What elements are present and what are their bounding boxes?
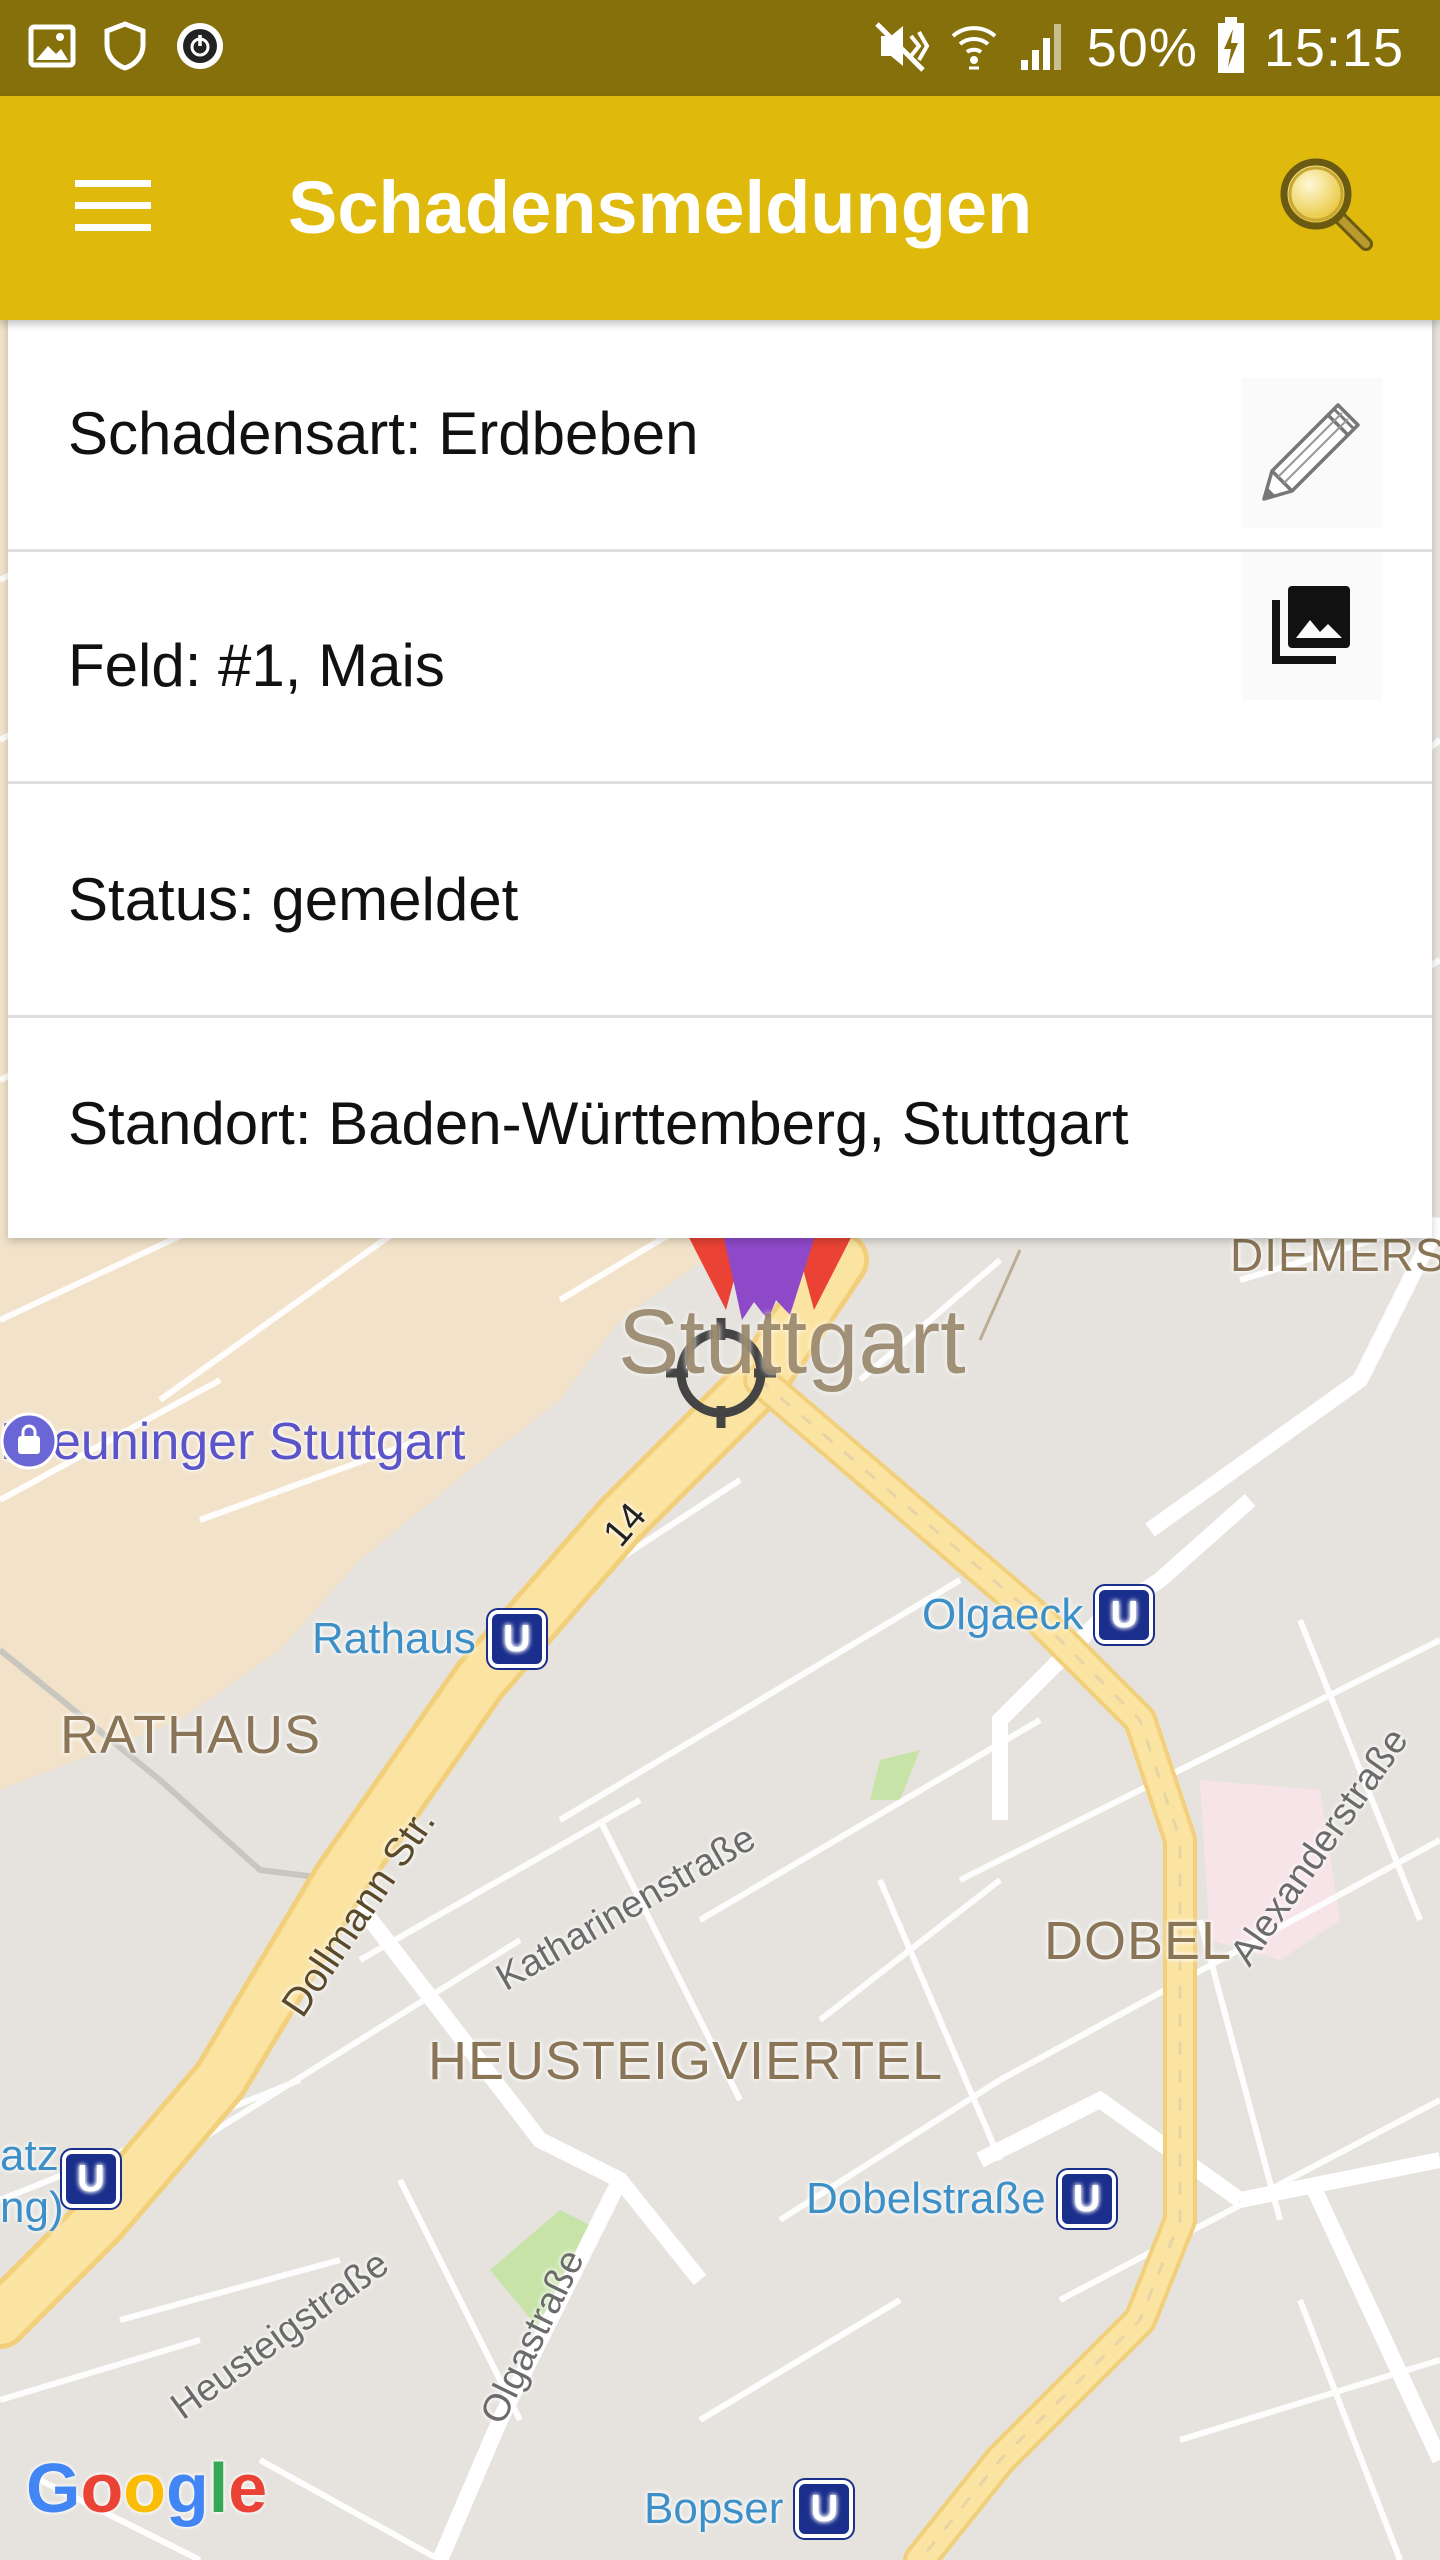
battery-percent: 50%: [1086, 18, 1198, 78]
google-logo-o1: o: [80, 2449, 124, 2527]
station-olgaeck[interactable]: Olgaeck U: [922, 1586, 1154, 1644]
shield-icon: [102, 20, 148, 76]
station-dobelstrasse[interactable]: Dobelstraße U: [806, 2170, 1116, 2228]
station-rathaus[interactable]: Rathaus U: [312, 1610, 546, 1668]
field-text: Feld: #1, Mais: [68, 632, 445, 699]
station-name-partial-a: atz: [0, 2131, 59, 2180]
station-name: Bopser: [644, 2484, 784, 2533]
city-label: Stuttgart: [618, 1291, 966, 1393]
google-logo: Google: [26, 2448, 267, 2528]
ubahn-icon: U: [795, 2480, 854, 2538]
status-text: Status: gemeldet: [68, 866, 519, 933]
station-partial[interactable]: atz ng): [0, 2130, 64, 2234]
google-logo-g: G: [26, 2449, 81, 2527]
district-label-dobel: DOBEL: [1044, 1911, 1233, 1971]
location-text: Standort: Baden-Württemberg, Stuttgart: [68, 1090, 1129, 1157]
pencil-icon: [1254, 393, 1370, 514]
station-name: Rathaus: [312, 1614, 476, 1663]
photo-library-icon: [1270, 582, 1354, 671]
google-logo-l: l: [208, 2449, 229, 2527]
edit-button[interactable]: [1242, 378, 1382, 528]
search-button[interactable]: [1264, 144, 1388, 268]
station-partial-ubahn[interactable]: U: [62, 2150, 120, 2208]
station-name: Olgaeck: [922, 1590, 1084, 1639]
hamburger-menu-icon: [73, 176, 153, 241]
status-bar-left-icons: [28, 20, 226, 77]
location-row[interactable]: Standort: Baden-Württemberg, Stuttgart: [8, 1020, 1432, 1238]
power-app-icon: [174, 20, 226, 77]
mute-vibrate-icon: [871, 18, 931, 79]
damage-type-row[interactable]: Schadensart: Erdbeben: [8, 320, 1432, 552]
station-bopser[interactable]: Bopser U: [644, 2480, 854, 2538]
place-label-breuninger[interactable]: Breuninger Stuttgart: [0, 1412, 485, 1472]
ubahn-icon: U: [62, 2150, 120, 2208]
ubahn-icon: U: [1057, 2170, 1116, 2228]
status-bar: 50% 15:15: [0, 0, 1440, 96]
page-title: Schadensmeldungen: [288, 166, 1033, 249]
google-logo-g2: g: [165, 2449, 209, 2527]
wifi-icon: [949, 18, 999, 79]
clock: 15:15: [1263, 18, 1404, 78]
district-label-rathaus: RATHAUS: [60, 1705, 322, 1765]
magnifier-icon: [1276, 154, 1376, 259]
ubahn-icon: U: [487, 1610, 546, 1668]
field-row[interactable]: Feld: #1, Mais: [8, 552, 1432, 784]
station-name: Dobelstraße: [806, 2174, 1046, 2223]
app-toolbar: Schadensmeldungen: [0, 96, 1440, 320]
damage-type-text: Schadensart: Erdbeben: [68, 400, 699, 467]
station-name-partial-b: ng): [0, 2183, 64, 2232]
status-bar-right-icons: 50% 15:15: [871, 14, 1404, 82]
place-name: Breuninger Stuttgart: [0, 1413, 466, 1471]
battery-charging-icon: [1216, 16, 1246, 80]
google-logo-e: e: [228, 2449, 268, 2527]
menu-button[interactable]: [58, 162, 168, 254]
ubahn-icon: U: [1095, 1586, 1154, 1644]
photos-button[interactable]: [1242, 552, 1382, 700]
signal-icon: [1017, 20, 1069, 77]
district-label-heusteigviertel: HEUSTEIGVIERTEL: [428, 2031, 944, 2091]
image-notification-icon: [28, 22, 76, 75]
damage-report-card: Schadensart: Erdbeben Feld: #1, Mais Sta…: [8, 320, 1432, 1238]
status-row[interactable]: Status: gemeldet: [8, 786, 1432, 1018]
google-logo-o2: o: [123, 2449, 166, 2527]
